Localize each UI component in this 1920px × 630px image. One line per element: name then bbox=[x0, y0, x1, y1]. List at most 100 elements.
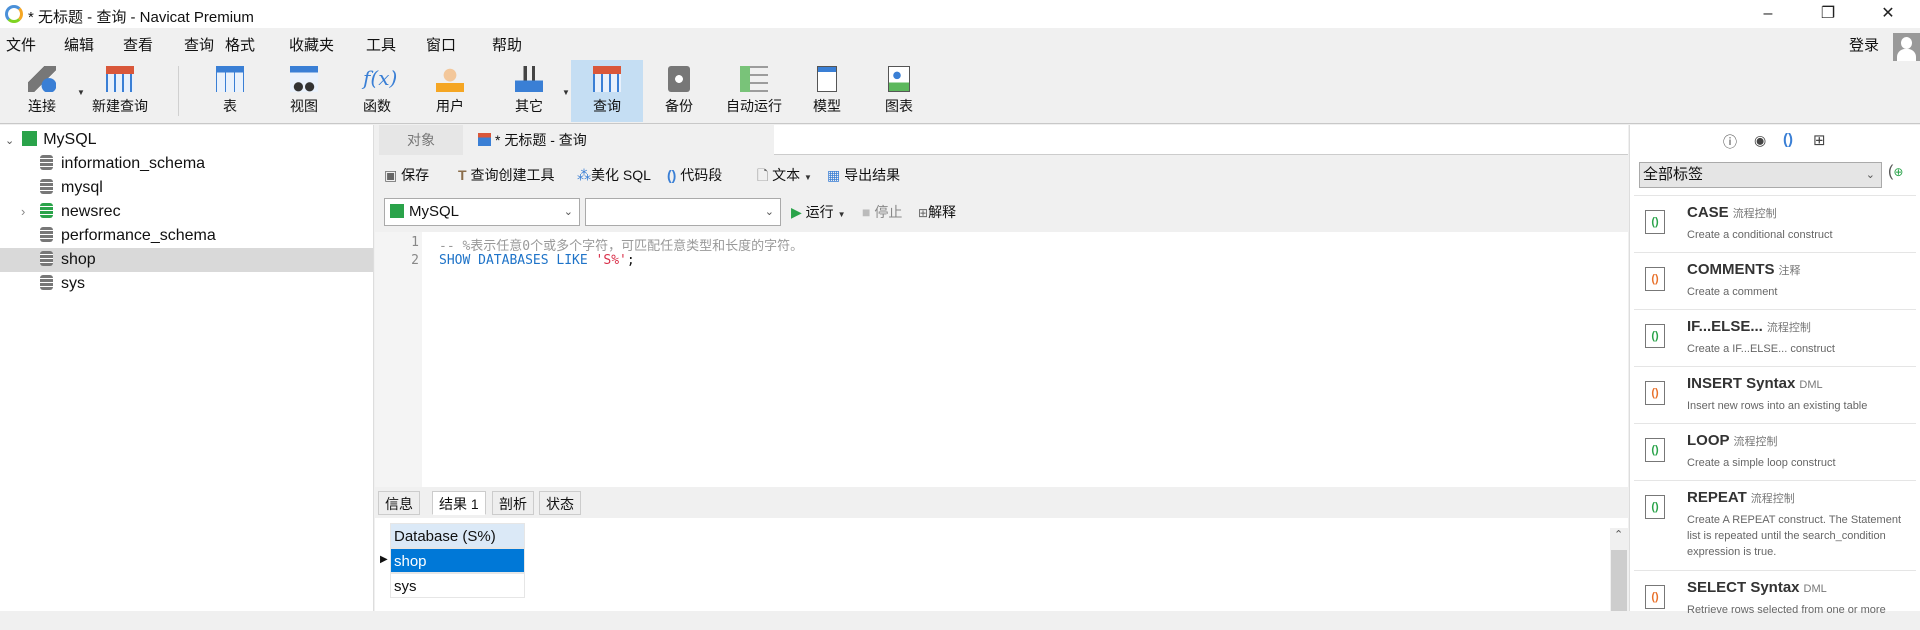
snippet-description: Create a simple loop construct bbox=[1687, 457, 1836, 469]
snippet-item[interactable]: () SELECT Syntax DML Retrieve rows selected… bbox=[1634, 570, 1916, 630]
model-button[interactable]: 模型 bbox=[791, 60, 863, 122]
database-open-icon bbox=[40, 203, 53, 218]
menu-window[interactable]: 窗口 bbox=[426, 34, 456, 55]
menu-view[interactable]: 查看 bbox=[123, 34, 153, 55]
document-icon: 🗋 bbox=[757, 167, 769, 183]
line-number: 1 bbox=[411, 235, 419, 250]
plug-icon bbox=[28, 66, 56, 92]
snippet-file-icon: () bbox=[1645, 324, 1665, 348]
tree-db-information-schema[interactable]: information_schema bbox=[0, 152, 373, 176]
column-header[interactable]: Database (S%) bbox=[390, 523, 525, 548]
tag-filter-select[interactable]: 全部标签 ⌄ bbox=[1639, 162, 1882, 188]
save-button[interactable]: ▣ 保存 bbox=[384, 165, 429, 185]
tab-query[interactable]: * 无标题 - 查询 bbox=[466, 125, 774, 155]
new-query-icon bbox=[106, 66, 134, 92]
grid-cell[interactable]: shop bbox=[390, 548, 525, 573]
chevron-down-icon[interactable]: ⌄ bbox=[5, 135, 14, 147]
chevron-down-icon: ▼ bbox=[837, 210, 846, 219]
vertical-scrollbar[interactable]: ⌃ bbox=[1610, 528, 1628, 611]
text-button[interactable]: 🗋 文本 ▼ bbox=[757, 165, 812, 189]
query-builder-button[interactable]: T 查询创建工具 bbox=[458, 165, 554, 185]
run-button[interactable]: ▶ 运行 ▼ bbox=[791, 202, 845, 222]
other-button[interactable]: 其它 bbox=[493, 60, 565, 122]
menu-format[interactable]: 格式 bbox=[225, 34, 255, 55]
snippet-tag: 流程控制 bbox=[1732, 208, 1777, 220]
add-snippet-icon[interactable]: (⊕ bbox=[1888, 163, 1903, 181]
tree-db-shop[interactable]: shop bbox=[0, 248, 373, 272]
database-select[interactable]: ⌄ bbox=[585, 198, 781, 226]
menu-edit[interactable]: 编辑 bbox=[64, 34, 94, 55]
sql-editor[interactable]: 1 2 -- %表示任意0个或多个字符，可匹配任意类型和长度的字符。 SHOW … bbox=[375, 232, 1628, 487]
tree-db-performance-schema[interactable]: performance_schema bbox=[0, 224, 373, 248]
eye-icon[interactable]: ◉ bbox=[1754, 132, 1766, 149]
table-button[interactable]: 表 bbox=[194, 60, 266, 122]
chevron-down-icon: ⌄ bbox=[1865, 169, 1875, 181]
snippet-item[interactable]: () IF...ELSE... 流程控制 Create a IF...ELSE... … bbox=[1634, 309, 1916, 366]
view-button[interactable]: 视图 bbox=[268, 60, 340, 122]
chevron-down-icon: ⌄ bbox=[764, 206, 774, 218]
connect-button[interactable]: 连接 bbox=[6, 60, 78, 122]
tree-db-sys[interactable]: sys bbox=[0, 272, 373, 296]
chevron-right-icon[interactable]: › bbox=[21, 200, 25, 224]
tab-result-1[interactable]: 结果 1 bbox=[432, 491, 486, 515]
automation-button[interactable]: 自动运行 bbox=[716, 60, 792, 122]
new-query-button[interactable]: 新建查询 bbox=[84, 60, 156, 122]
line-gutter: 1 2 bbox=[375, 232, 422, 487]
code-snippet-icon[interactable]: () bbox=[1783, 131, 1793, 148]
scrollbar-thumb[interactable] bbox=[1611, 550, 1627, 611]
tab-info[interactable]: 信息 bbox=[378, 491, 420, 515]
beautify-sql-button[interactable]: ⁂美化 SQL bbox=[577, 165, 651, 185]
query-button[interactable]: 查询 bbox=[571, 60, 643, 122]
export-results-button[interactable]: ▦ 导出结果 bbox=[827, 165, 900, 185]
code-snippet-button[interactable]: () 代码段 bbox=[667, 165, 722, 185]
tab-profile[interactable]: 剖析 bbox=[492, 491, 534, 515]
close-button[interactable]: ✕ bbox=[1868, 2, 1908, 26]
database-icon bbox=[40, 179, 53, 194]
snippet-file-icon: () bbox=[1645, 267, 1665, 291]
snippet-title: SELECT Syntax DML bbox=[1687, 579, 1827, 596]
current-row-indicator-icon: ▶ bbox=[380, 554, 388, 565]
login-link[interactable]: 登录 bbox=[1849, 34, 1879, 55]
app-logo-icon bbox=[5, 5, 23, 23]
snippet-item[interactable]: () CASE 流程控制 Create a conditional construct bbox=[1634, 195, 1916, 252]
backup-button[interactable]: 备份 bbox=[643, 60, 715, 122]
play-icon: ▶ bbox=[791, 204, 802, 220]
user-button[interactable]: 用户 bbox=[414, 60, 486, 122]
stop-icon: ■ bbox=[862, 204, 871, 220]
menu-help[interactable]: 帮助 bbox=[492, 34, 522, 55]
other-dropdown-icon[interactable]: ▼ bbox=[562, 88, 570, 97]
chevron-down-icon: ▼ bbox=[804, 173, 812, 182]
window-title: * 无标题 - 查询 - Navicat Premium bbox=[28, 9, 254, 26]
snippet-tag: 流程控制 bbox=[1733, 436, 1778, 448]
view-icon bbox=[290, 66, 318, 92]
grid-cell[interactable]: sys bbox=[390, 573, 525, 598]
chart-button[interactable]: 图表 bbox=[863, 60, 935, 122]
tree-db-mysql[interactable]: mysql bbox=[0, 176, 373, 200]
menu-file[interactable]: 文件 bbox=[6, 34, 36, 55]
snippet-item[interactable]: () LOOP 流程控制 Create a simple loop construct bbox=[1634, 423, 1916, 480]
tools-icon bbox=[515, 66, 543, 92]
snippet-description: Retrieve rows selected from one or more bbox=[1687, 604, 1886, 616]
snippet-item[interactable]: () INSERT Syntax DML Insert new rows into a… bbox=[1634, 366, 1916, 423]
function-button[interactable]: f(x) 函数 bbox=[341, 60, 413, 122]
snippet-description: Create a IF...ELSE... construct bbox=[1687, 343, 1835, 355]
connection-select[interactable]: MySQL ⌄ bbox=[384, 198, 580, 226]
stop-button[interactable]: ■ 停止 bbox=[862, 202, 902, 222]
avatar[interactable] bbox=[1893, 33, 1920, 61]
minimize-button[interactable]: – bbox=[1748, 2, 1788, 26]
scroll-up-icon[interactable]: ⌃ bbox=[1614, 528, 1623, 541]
explain-button[interactable]: ⊞解释 bbox=[918, 202, 956, 222]
snippet-item[interactable]: () REPEAT 流程控制 Create A REPEAT construct. T… bbox=[1634, 480, 1916, 570]
tab-status[interactable]: 状态 bbox=[539, 491, 581, 515]
info-icon[interactable]: ⓘ bbox=[1723, 132, 1737, 152]
tree-db-newsrec[interactable]: › newsrec bbox=[0, 200, 373, 224]
menu-query[interactable]: 查询 bbox=[184, 34, 214, 55]
snippet-item[interactable]: () COMMENTS 注释 Create a comment bbox=[1634, 252, 1916, 309]
menu-tools[interactable]: 工具 bbox=[366, 34, 396, 55]
navigation-pane: ⌄ MySQL information_schema mysql › newsrec… bbox=[0, 125, 374, 611]
maximize-button[interactable]: ❐ bbox=[1808, 2, 1848, 26]
tree-connection-mysql[interactable]: ⌄ MySQL bbox=[0, 128, 373, 152]
tab-objects[interactable]: 对象 bbox=[379, 125, 463, 155]
layout-icon[interactable]: ⊞ bbox=[1813, 131, 1826, 149]
menu-favorites[interactable]: 收藏夹 bbox=[289, 34, 334, 55]
